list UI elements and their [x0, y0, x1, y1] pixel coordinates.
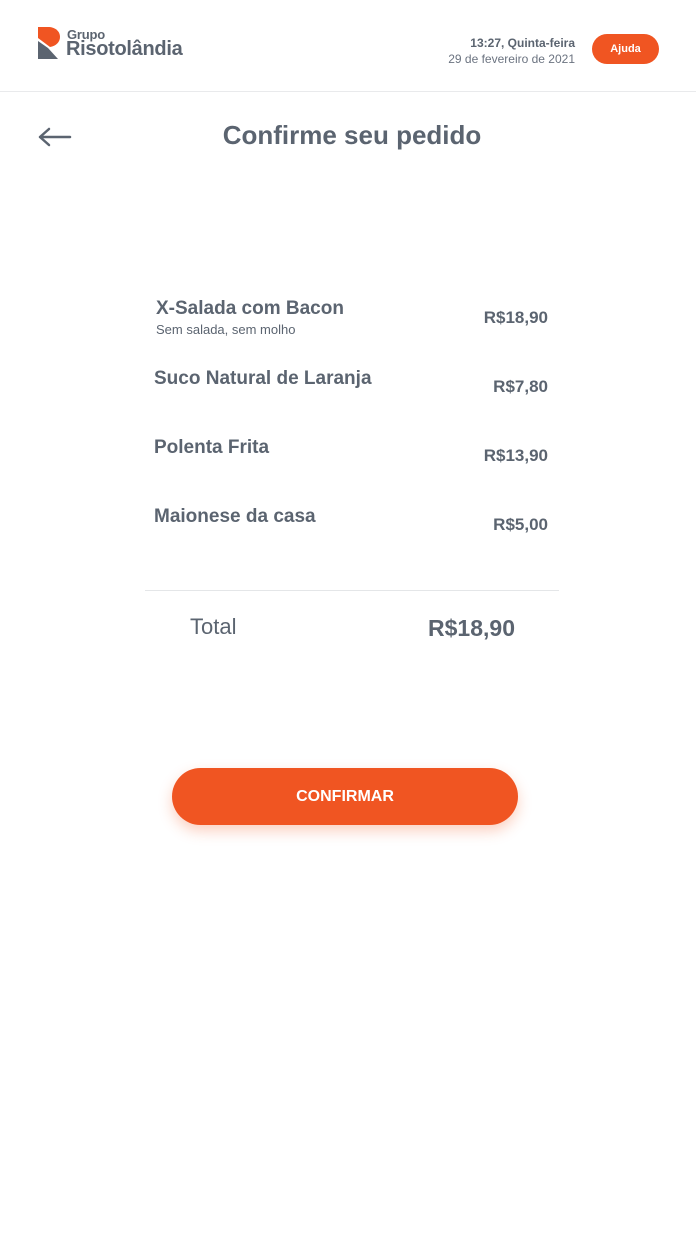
help-button[interactable]: Ajuda: [592, 34, 659, 64]
total-value: R$18,90: [428, 615, 515, 641]
risotolandia-logo-icon: [38, 27, 60, 59]
divider: [145, 590, 559, 591]
page-title: Confirme seu pedido: [222, 120, 482, 150]
item-name: Maionese da casa: [154, 506, 316, 527]
item-price: R$7,80: [493, 377, 548, 396]
brand-name: Risotolândia: [66, 38, 183, 60]
item-price: R$18,90: [483, 308, 548, 327]
brand-logo[interactable]: Grupo Risotolândia: [36, 26, 196, 62]
current-time: 13:27, Quinta-feira: [470, 36, 575, 50]
confirm-button[interactable]: CONFIRMAR: [172, 768, 518, 825]
item-price: R$13,90: [483, 446, 548, 465]
item-name: X-Salada com Bacon: [156, 298, 344, 319]
top-bar: Grupo Risotolândia 13:27, Quinta-feira 2…: [0, 0, 696, 92]
item-name: Suco Natural de Laranja: [154, 368, 372, 389]
item-name: Polenta Frita: [154, 437, 270, 458]
total-label: Total: [190, 614, 237, 639]
item-note: Sem salada, sem molho: [156, 322, 296, 337]
item-price: R$5,00: [493, 515, 548, 534]
current-date: 29 de fevereiro de 2021: [448, 52, 575, 66]
datetime: 13:27, Quinta-feira 29 de fevereiro de 2…: [448, 35, 575, 67]
